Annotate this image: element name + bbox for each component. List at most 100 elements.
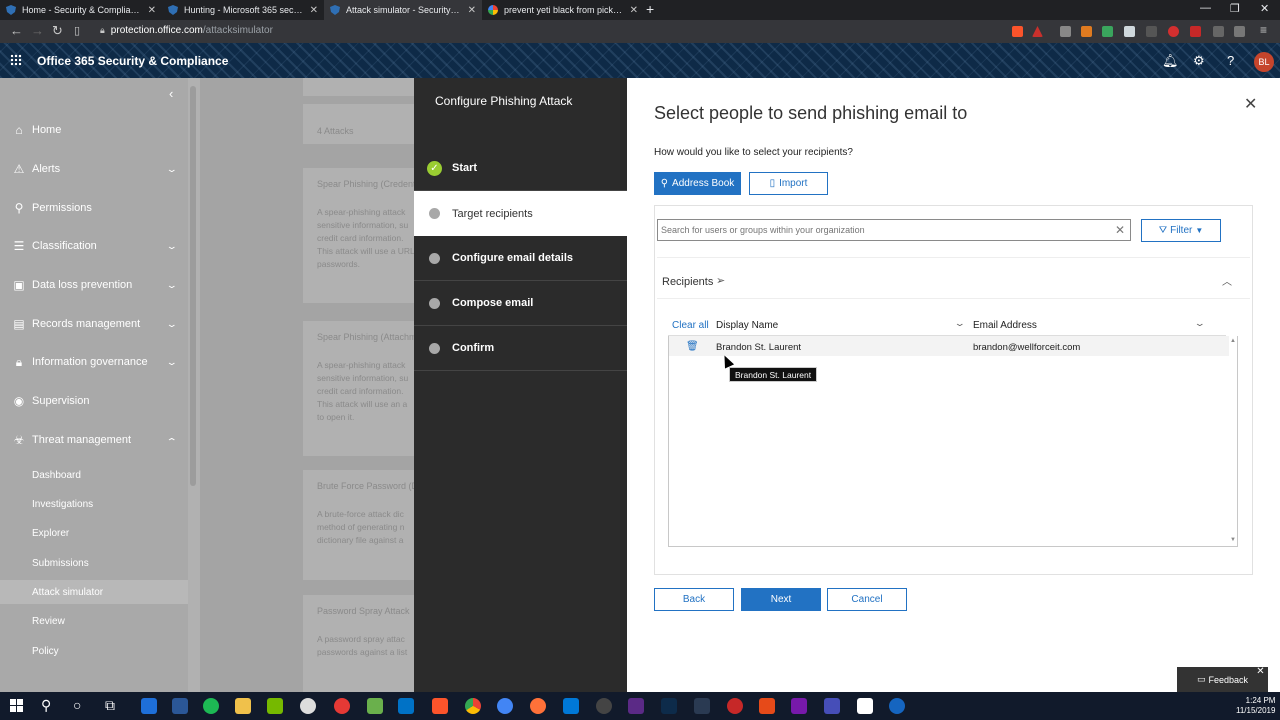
restore-icon[interactable]: ❐ (1230, 2, 1240, 15)
step-start[interactable]: ✓ Start (414, 146, 627, 191)
nav-subitem-dashboard[interactable]: Dashboard (0, 463, 188, 487)
task-view-icon[interactable]: ⧉ (105, 697, 115, 714)
extension-icon[interactable] (1234, 26, 1245, 37)
outlook-icon[interactable] (398, 698, 414, 714)
minimize-icon[interactable]: — (1200, 2, 1211, 14)
app-icon[interactable] (727, 698, 743, 714)
extension-icon[interactable] (1124, 26, 1135, 37)
attack-card-brute-force[interactable]: Brute Force Password (Dictionary) A brut… (303, 470, 414, 580)
filter-button[interactable]: ⛛ Filter ▼ (1141, 219, 1221, 242)
step-target-recipients[interactable]: Target recipients (414, 191, 627, 236)
recipients-section-header[interactable]: Recipients ➢ ︿ (657, 257, 1250, 299)
nav-subitem-review[interactable]: Review (0, 609, 188, 633)
trash-icon[interactable]: 🗑︎ (686, 341, 699, 352)
app-icon[interactable] (694, 698, 710, 714)
close-feedback-icon[interactable]: ✕ (1255, 666, 1266, 677)
edge-icon[interactable] (563, 698, 579, 714)
forward-icon[interactable]: → (31, 23, 44, 38)
next-button[interactable]: Next (741, 588, 821, 611)
nav-subitem-explorer[interactable]: Explorer (0, 521, 188, 545)
onenote-icon[interactable] (791, 698, 807, 714)
browser-tab[interactable]: prevent yeti black from picking up ✕ (482, 0, 644, 20)
step-configure-email-details[interactable]: Configure email details (414, 236, 627, 281)
app-icon[interactable] (334, 698, 350, 714)
chrome-icon[interactable] (465, 698, 481, 714)
back-button[interactable]: Back (654, 588, 734, 611)
app-icon[interactable] (889, 698, 905, 714)
step-compose-email[interactable]: Compose email (414, 281, 627, 326)
browser-tab[interactable]: Hunting - Microsoft 365 security ✕ (162, 0, 324, 20)
nav-item-permissions[interactable]: ⚲ Permissions (0, 197, 188, 219)
nav-item-home[interactable]: ⌂ Home (0, 119, 188, 141)
nav-item-records-management[interactable]: ▤ Records management ⌄ (0, 313, 188, 335)
bell-icon[interactable]: 🔔︎ (1162, 53, 1179, 69)
search-input[interactable] (658, 220, 1098, 240)
search-field[interactable]: ✕ (657, 219, 1131, 241)
nav-item-supervision[interactable]: ◉ Supervision (0, 390, 188, 412)
url-field[interactable]: 🔒︎ protection.office.com/attacksimulator (100, 25, 273, 36)
brave-rewards-icon[interactable] (1032, 26, 1043, 37)
extension-icon[interactable] (1146, 26, 1157, 37)
scroll-down-icon[interactable]: ▼ (1230, 537, 1236, 543)
browser-tab-active[interactable]: Attack simulator - Security & Com ✕ (324, 0, 482, 20)
browser-tab[interactable]: Home - Security & Compliance ✕ (0, 0, 162, 20)
menu-icon[interactable]: ≡ (1260, 23, 1267, 37)
nav-subitem-submissions[interactable]: Submissions (0, 551, 188, 575)
extension-icon[interactable] (1213, 26, 1224, 37)
collapse-nav-icon[interactable]: ‹ (169, 86, 173, 101)
premiere-icon[interactable] (628, 698, 644, 714)
attack-card-spear-phishing-credentials[interactable]: Spear Phishing (Credentials) A spear-phi… (303, 168, 414, 303)
column-header-display-name[interactable]: Display Name (716, 320, 778, 331)
photoshop-icon[interactable] (661, 698, 677, 714)
extension-icon[interactable] (1081, 26, 1092, 37)
chrome-canary-icon[interactable] (497, 698, 513, 714)
nav-subitem-attack-simulator[interactable]: Attack simulator (0, 580, 188, 604)
bookmark-icon[interactable]: ▯ (74, 24, 80, 37)
app-icon[interactable] (857, 698, 873, 714)
chevron-down-icon[interactable]: ⌄ (1194, 318, 1206, 329)
nav-item-alerts[interactable]: ⚠ Alerts ⌄ (0, 158, 188, 180)
app-icon[interactable] (300, 698, 316, 714)
firefox-icon[interactable] (530, 698, 546, 714)
close-icon[interactable]: ✕ (148, 5, 156, 16)
extension-icon[interactable] (1102, 26, 1113, 37)
cancel-button[interactable]: Cancel (827, 588, 907, 611)
reload-icon[interactable]: ↻ (52, 23, 63, 39)
search-icon[interactable]: ⚲ (41, 697, 51, 714)
system-clock[interactable]: 1:24 PM 11/15/2019 (1236, 696, 1275, 716)
nav-subitem-investigations[interactable]: Investigations (0, 492, 188, 516)
back-icon[interactable]: ← (10, 23, 23, 38)
close-icon[interactable]: ✕ (468, 5, 476, 16)
chevron-up-icon[interactable]: ︿ (1222, 273, 1232, 288)
app-icon[interactable] (141, 698, 157, 714)
app-icon[interactable] (596, 698, 612, 714)
close-icon[interactable]: ✕ (630, 5, 638, 16)
close-icon[interactable]: ✕ (310, 5, 318, 16)
nav-item-classification[interactable]: ☰ Classification ⌄ (0, 235, 188, 257)
nav-item-information-governance[interactable]: 🔒︎ Information governance ⌄ (0, 351, 188, 373)
extension-icon[interactable] (1060, 26, 1071, 37)
teams-icon[interactable] (824, 698, 840, 714)
clear-search-icon[interactable]: ✕ (1115, 223, 1125, 237)
adblock-icon[interactable] (1168, 26, 1179, 37)
help-icon[interactable]: ? (1227, 53, 1234, 68)
import-button[interactable]: ▯ Import (749, 172, 828, 195)
powershell-icon[interactable] (172, 698, 188, 714)
chevron-down-icon[interactable]: ⌄ (954, 318, 966, 329)
attack-card-password-spray[interactable]: Password Spray Attack A password spray a… (303, 595, 414, 692)
clear-all-link[interactable]: Clear all (672, 320, 709, 331)
new-tab-icon[interactable]: + (646, 1, 654, 17)
avatar[interactable]: BL (1254, 52, 1274, 72)
scroll-up-icon[interactable]: ▲ (1230, 338, 1236, 344)
gear-icon[interactable]: ⚙ (1193, 53, 1205, 69)
cortana-icon[interactable]: ○ (73, 697, 81, 713)
ublock-icon[interactable] (1190, 26, 1201, 37)
shield-icon[interactable] (367, 698, 383, 714)
column-header-email[interactable]: Email Address (973, 320, 1037, 331)
spotify-icon[interactable] (203, 698, 219, 714)
app-icon[interactable] (267, 698, 283, 714)
brave-shield-icon[interactable] (1012, 26, 1023, 37)
app-icon[interactable] (759, 698, 775, 714)
app-launcher-icon[interactable] (10, 54, 22, 66)
step-confirm[interactable]: Confirm (414, 326, 627, 371)
